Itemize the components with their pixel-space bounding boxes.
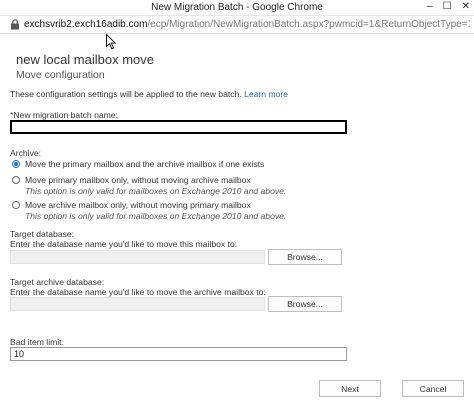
archive-option-both[interactable]: Move the primary mailbox and the archive… (12, 159, 264, 169)
target-archive-db-browse-button[interactable]: Browse... (268, 296, 342, 312)
info-sentence: These configuration settings will be app… (10, 89, 242, 99)
close-icon[interactable]: ✕ (462, 1, 470, 12)
window-controls: – ☐ ✕ (427, 1, 470, 12)
archive-option-archive-text: Move archive mailbox only, without movin… (25, 200, 286, 221)
target-archive-db-hint: Enter the database name you'd like to mo… (10, 287, 266, 297)
page-subtitle: Move configuration (16, 69, 105, 81)
target-db-input[interactable] (10, 250, 265, 264)
url-host: exchsvrib2.exch16adib.com (24, 19, 148, 30)
address-bar[interactable]: exchsvrib2.exch16adib.com/ecp/Migration/… (0, 16, 474, 34)
url-text[interactable]: exchsvrib2.exch16adib.com/ecp/Migration/… (24, 19, 470, 30)
archive-option-primary[interactable]: Move primary mailbox only, without movin… (12, 175, 286, 196)
archive-option-primary-label: Move primary mailbox only, without movin… (25, 175, 251, 185)
target-archive-db-input[interactable] (10, 297, 265, 311)
target-db-label: Target database: (10, 229, 75, 239)
archive-option-archive-note: This option is only valid for mailboxes … (25, 211, 287, 221)
lock-icon (11, 19, 19, 30)
archive-option-primary-note: This option is only valid for mailboxes … (25, 186, 287, 196)
target-db-browse-button[interactable]: Browse... (268, 249, 342, 265)
batch-name-label: *New migration batch name: (10, 110, 118, 120)
target-archive-db-label: Target archive database: (10, 277, 105, 287)
maximize-icon[interactable]: ☐ (443, 1, 452, 12)
bad-item-limit-label: Bad item limit: (10, 337, 64, 347)
minimize-icon[interactable]: – (427, 1, 433, 12)
cancel-button[interactable]: Cancel (402, 380, 464, 397)
url-path: /ecp/Migration/NewMigrationBatch.aspx?pw… (147, 19, 470, 30)
archive-option-archive-label: Move archive mailbox only, without movin… (25, 200, 251, 210)
learn-more-link[interactable]: Learn more (244, 89, 288, 99)
archive-option-archive[interactable]: Move archive mailbox only, without movin… (12, 200, 286, 221)
radio-archive[interactable] (12, 201, 20, 209)
archive-option-primary-text: Move primary mailbox only, without movin… (25, 175, 286, 196)
archive-option-both-label: Move the primary mailbox and the archive… (25, 159, 265, 169)
radio-both[interactable] (12, 160, 20, 168)
archive-option-both-text: Move the primary mailbox and the archive… (25, 159, 264, 169)
page-title: new local mailbox move (16, 52, 155, 67)
window-title: New Migration Batch - Google Chrome (151, 2, 323, 13)
mouse-pointer-icon (106, 34, 116, 50)
radio-primary[interactable] (12, 176, 20, 184)
target-db-hint: Enter the database name you'd like to mo… (10, 239, 238, 249)
batch-name-input[interactable] (10, 120, 347, 134)
window-titlebar: New Migration Batch - Google Chrome – ☐ … (0, 0, 474, 16)
next-button[interactable]: Next (319, 380, 381, 397)
info-text: These configuration settings will be app… (10, 89, 288, 99)
archive-label: Archive: (10, 148, 42, 158)
bad-item-limit-input[interactable] (10, 347, 347, 361)
